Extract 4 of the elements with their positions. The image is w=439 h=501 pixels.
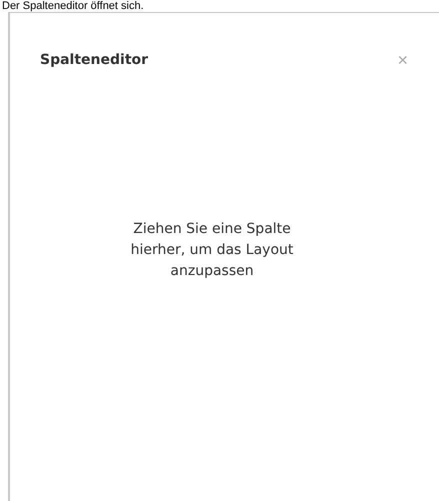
close-button[interactable]: × [395,51,410,69]
drop-hint-text: Ziehen Sie eine Spalte hierher, um das Layout anzupassen [130,220,294,281]
caption-text: Der Spalteneditor öffnet sich. [1,0,144,12]
panel-title: Spalteneditor [40,52,148,68]
